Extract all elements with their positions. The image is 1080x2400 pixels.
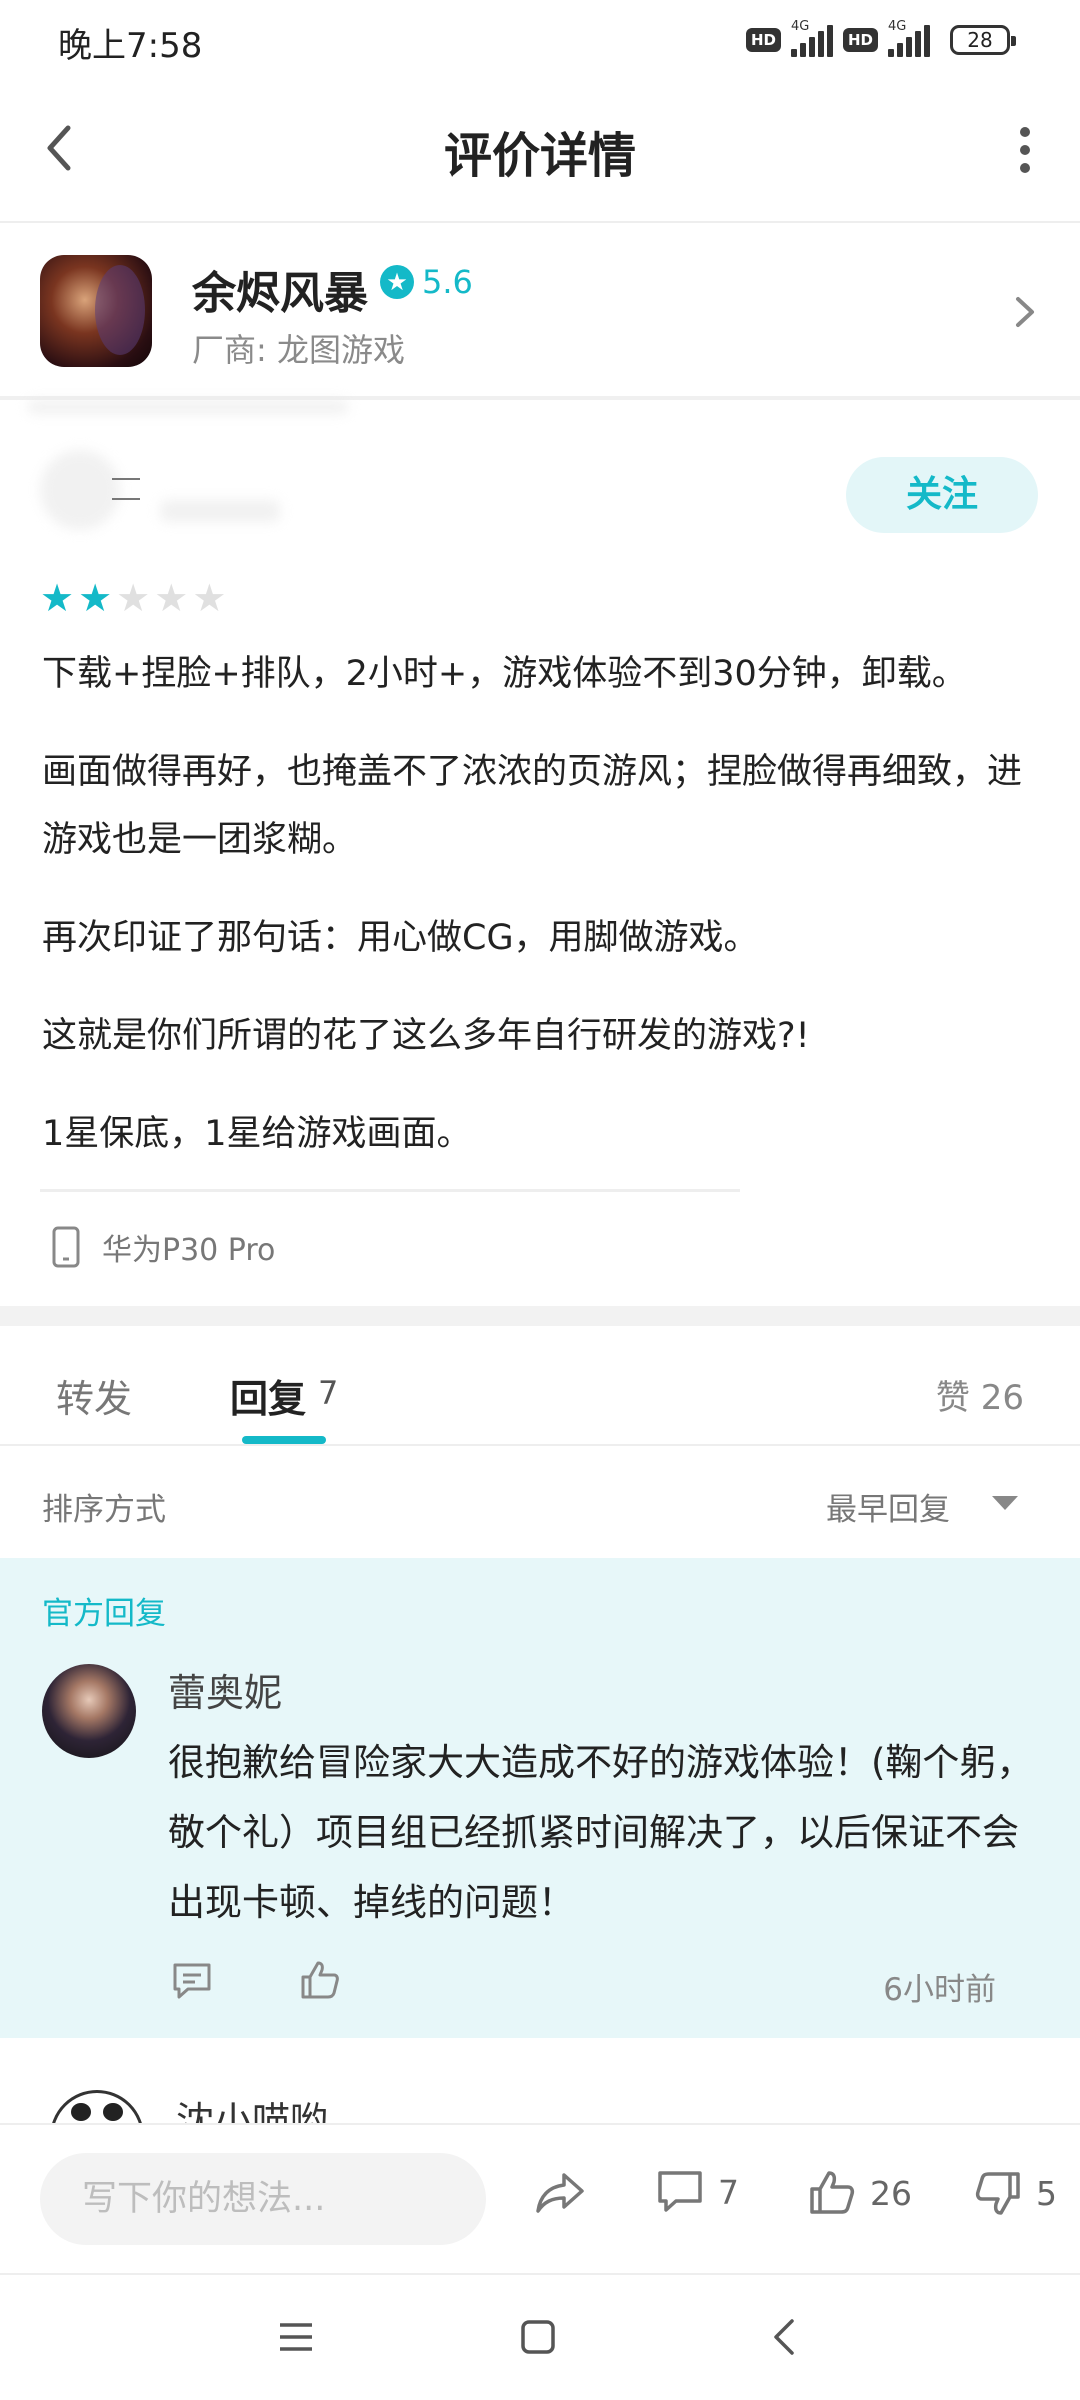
signal-icon-2: 4G bbox=[888, 19, 930, 57]
phone-icon bbox=[52, 1226, 80, 1268]
menu-icon bbox=[280, 2323, 312, 2351]
blurred-username bbox=[28, 400, 348, 414]
game-name: 余烬风暴 bbox=[192, 268, 368, 319]
device-info: 华为P30 Pro bbox=[50, 1225, 275, 1269]
reply-text: 很抱歉给冒险家大大造成不好的游戏体验！(鞠个躬，敬个礼）项目组已经抓紧时间解决了… bbox=[168, 1741, 1034, 1924]
signal-icon: 4G bbox=[790, 19, 833, 57]
tab-reply[interactable]: 回复 bbox=[230, 1368, 306, 1423]
star-empty-icon: ★ bbox=[116, 576, 151, 620]
blurred-badge bbox=[160, 500, 280, 522]
tab-forward[interactable]: 转发 bbox=[56, 1368, 132, 1423]
home-square-icon bbox=[521, 2320, 555, 2354]
chevron-right-icon bbox=[1010, 287, 1040, 337]
review-paragraph: 下载+捏脸+排队，2小时+，游戏体验不到30分钟，卸载。 bbox=[42, 654, 967, 694]
more-vertical-icon bbox=[1020, 127, 1030, 173]
tab-likes[interactable]: 赞 26 bbox=[936, 1370, 1024, 1419]
official-reply-tag: 官方回复 bbox=[42, 1596, 166, 1632]
star-empty-icon: ★ bbox=[154, 576, 189, 620]
reply-comment-button[interactable] bbox=[170, 1960, 214, 2006]
reply-like-button[interactable] bbox=[298, 1958, 342, 2006]
star-badge-icon: ★ bbox=[380, 265, 414, 299]
comment-count: 7 bbox=[718, 2172, 739, 2212]
reply-time: 6小时前 bbox=[883, 1972, 996, 2008]
tab-reply-count: 7 bbox=[318, 1374, 339, 1412]
status-time: 晚上7:58 bbox=[58, 26, 203, 66]
thumbs-down-icon bbox=[975, 2172, 1020, 2215]
star-filled-icon: ★ bbox=[40, 576, 75, 620]
review-paragraph: 1星保底，1星给游戏画面。 bbox=[42, 1114, 472, 1154]
follow-button[interactable]: 关注 bbox=[846, 457, 1038, 533]
comment-count-button[interactable]: 7 bbox=[656, 2169, 739, 2215]
like-count: 26 bbox=[870, 2173, 912, 2213]
next-comment: 沈小喵哟 bbox=[0, 2038, 1080, 2123]
review-body: 下载+捏脸+排队，2小时+，游戏体验不到30分钟，卸载。画面做得再好，也掩盖不了… bbox=[42, 640, 1042, 1198]
review-author-row: 关注 bbox=[0, 400, 1080, 570]
comment-author-name[interactable]: 沈小喵哟 bbox=[176, 2090, 328, 2123]
dislike-button[interactable]: 5 bbox=[974, 2169, 1057, 2217]
battery-icon: 28 bbox=[950, 25, 1016, 55]
thumbs-up-icon bbox=[301, 1961, 339, 1999]
back-triangle-icon bbox=[774, 2319, 794, 2355]
comment-input[interactable] bbox=[40, 2153, 486, 2245]
hd-badge-2: HD bbox=[842, 28, 878, 52]
tab-indicator bbox=[242, 1436, 326, 1444]
avatar[interactable] bbox=[42, 1664, 136, 1758]
hd-badge: HD bbox=[745, 28, 781, 52]
status-bar: 晚上7:58 HD 4G HD 4G 28 bbox=[0, 0, 1080, 78]
rating-value: 5.6 bbox=[422, 263, 473, 301]
game-vendor: 厂商: 龙图游戏 bbox=[192, 331, 405, 369]
avatar[interactable] bbox=[50, 2090, 144, 2123]
caret-down-icon[interactable] bbox=[992, 1496, 1018, 1510]
section-separator bbox=[0, 1306, 1080, 1326]
game-rating: ★ 5.6 bbox=[380, 263, 473, 301]
reply-author-name[interactable]: 蕾奥妮 bbox=[168, 1662, 282, 1717]
top-app-bar: 评价详情 bbox=[0, 78, 1080, 223]
system-nav-bar bbox=[0, 2273, 1080, 2400]
star-filled-icon: ★ bbox=[78, 576, 113, 620]
share-button[interactable] bbox=[534, 2169, 586, 2215]
share-icon bbox=[536, 2173, 584, 2213]
sort-label: 排序方式 bbox=[42, 1492, 166, 1528]
status-icons: HD 4G HD 4G 28 bbox=[745, 19, 1016, 60]
device-label: 华为P30 Pro bbox=[102, 1233, 276, 1268]
thumbs-up-icon bbox=[810, 2171, 855, 2214]
divider bbox=[40, 1189, 740, 1192]
page-title: 评价详情 bbox=[443, 128, 636, 184]
review-paragraph: 再次印证了那句话：用心做CG，用脚做游戏。 bbox=[42, 918, 759, 958]
dislike-count: 5 bbox=[1036, 2173, 1057, 2213]
tab-bar: 转发 回复 7 赞 26 bbox=[0, 1326, 1080, 1446]
home-button[interactable] bbox=[518, 2317, 558, 2361]
comment-icon bbox=[658, 2171, 702, 2212]
menu-lines-icon bbox=[112, 478, 140, 500]
comment-icon bbox=[173, 1963, 211, 1999]
blurred-avatar bbox=[40, 450, 120, 530]
sort-dropdown[interactable]: 最早回复 bbox=[826, 1484, 950, 1529]
star-empty-icon: ★ bbox=[192, 576, 227, 620]
game-card[interactable]: 余烬风暴 ★ 5.6 厂商: 龙图游戏 bbox=[0, 225, 1080, 400]
review-paragraph: 画面做得再好，也掩盖不了浓浓的页游风；捏脸做得再细致，进游戏也是一团浆糊。 bbox=[42, 752, 1023, 860]
game-icon bbox=[40, 255, 152, 367]
menu-button[interactable] bbox=[276, 2319, 316, 2359]
system-back-button[interactable] bbox=[766, 2315, 802, 2363]
more-button[interactable] bbox=[1000, 118, 1050, 182]
bottom-action-bar: 7 26 5 bbox=[0, 2123, 1080, 2273]
review-star-rating: ★ ★ ★ ★ ★ bbox=[40, 578, 226, 618]
sort-row: 排序方式 最早回复 bbox=[0, 1448, 1080, 1558]
official-reply: 官方回复 蕾奥妮 很抱歉给冒险家大大造成不好的游戏体验！(鞠个躬，敬个礼）项目组… bbox=[0, 1558, 1080, 2038]
review-paragraph: 这就是你们所谓的花了这么多年自行研发的游戏?! bbox=[42, 1016, 810, 1056]
like-button[interactable]: 26 bbox=[808, 2169, 912, 2217]
